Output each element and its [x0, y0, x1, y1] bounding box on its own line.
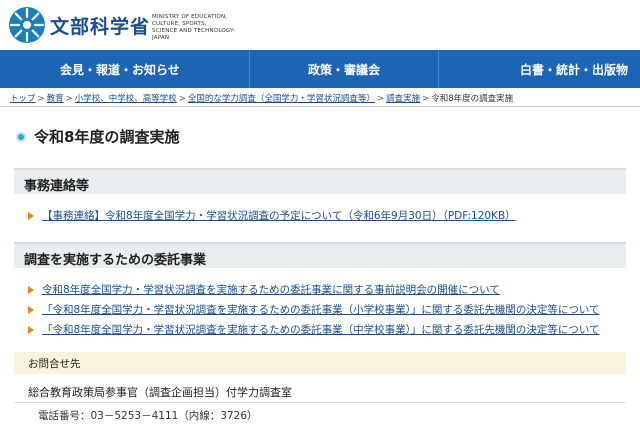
- breadcrumb-survey[interactable]: 全国的な学力調査（全国学力・学習状況調査等）: [188, 94, 375, 104]
- list-item: 令和8年度全国学力・学習状況調査を実施するための委託事業に関する事前説明会の開催…: [28, 282, 500, 297]
- briefing-session-link[interactable]: 令和8年度全国学力・学習状況調査を実施するための委託事業に関する事前説明会の開催…: [42, 282, 500, 297]
- breadcrumb: トップ > 教育 > 小学校、中学校、高等学校 > 全国的な学力調査（全国学力・学習状況調査…: [10, 94, 514, 104]
- arrow-right-icon: [28, 325, 34, 334]
- logo-english: MINISTRY OF EDUCATION, CULTURE, SPORTS, …: [152, 14, 236, 41]
- nav-item-press[interactable]: 会見・報道・お知らせ: [0, 50, 250, 88]
- logo-title[interactable]: 文部科学省: [50, 12, 150, 39]
- contact-heading: お問合せ先: [14, 352, 626, 374]
- mext-logo-icon[interactable]: [8, 6, 46, 44]
- junior-high-contractor-link[interactable]: 「令和8年度全国学力・学習状況調査を実施するための委託事業（中学校事業）」に関す…: [42, 322, 600, 337]
- arrow-right-icon: [28, 211, 34, 220]
- breadcrumb-divider: [0, 106, 640, 107]
- section-heading-commission: 調査を実施するための委託事業: [14, 242, 626, 268]
- arrow-right-icon: [28, 305, 34, 314]
- page-title-row: 令和8年度の調査実施: [16, 126, 179, 147]
- breadcrumb-implementation[interactable]: 調査実施: [386, 94, 420, 104]
- contact-divider: [14, 402, 626, 403]
- main-nav: 会見・報道・お知らせ 政策・審議会 白書・統計・出版物: [0, 50, 640, 88]
- list-item: 「令和8年度全国学力・学習状況調査を実施するための委託事業（中学校事業）」に関す…: [28, 322, 600, 337]
- site-header: 文部科学省 MINISTRY OF EDUCATION, CULTURE, SP…: [0, 0, 640, 50]
- contact-telephone: 電話番号：03－5253－4111（内線：3726）: [38, 410, 258, 422]
- notice-link[interactable]: 【事務連絡】令和8年度全国学力・学習状況調査の予定について（令和6年9月30日）…: [42, 208, 516, 223]
- contact-organization: 総合教育政策局参事官（調査企画担当）付学力調査室: [28, 386, 292, 399]
- nav-item-policy[interactable]: 政策・審議会: [250, 50, 440, 88]
- breadcrumb-education[interactable]: 教育: [47, 94, 64, 104]
- breadcrumb-schools[interactable]: 小学校、中学校、高等学校: [75, 94, 177, 104]
- breadcrumb-current: 令和8年度の調査実施: [431, 94, 514, 104]
- breadcrumb-top[interactable]: トップ: [10, 94, 36, 104]
- nav-item-publications[interactable]: 白書・統計・出版物: [439, 50, 640, 88]
- page-title: 令和8年度の調査実施: [34, 128, 180, 146]
- arrow-right-icon: [28, 285, 34, 294]
- list-item: 【事務連絡】令和8年度全国学力・学習状況調査の予定について（令和6年9月30日）…: [28, 208, 516, 223]
- section-heading-notices: 事務連絡等: [14, 168, 626, 194]
- elementary-contractor-link[interactable]: 「令和8年度全国学力・学習状況調査を実施するための委託事業（小学校事業）」に関す…: [42, 302, 600, 317]
- list-item: 「令和8年度全国学力・学習状況調査を実施するための委託事業（小学校事業）」に関す…: [28, 302, 600, 317]
- title-bullet-icon: [16, 131, 26, 142]
